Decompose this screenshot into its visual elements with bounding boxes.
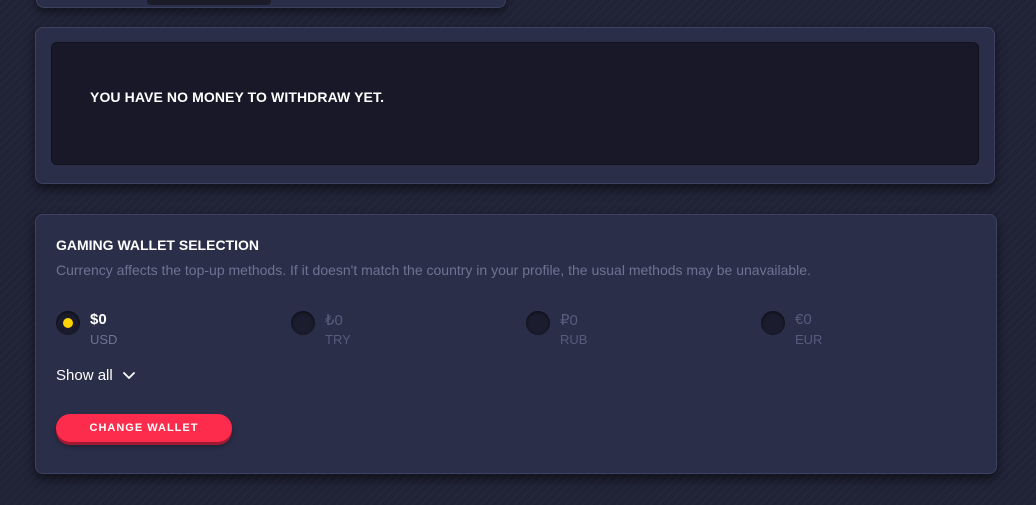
currency-amount: €0 bbox=[795, 311, 812, 328]
currency-amount: ₺0 bbox=[325, 312, 343, 329]
currency-amount: $0 bbox=[90, 311, 107, 328]
wallet-selection-card: GAMING WALLET SELECTION Currency affects… bbox=[35, 214, 997, 474]
withdraw-message: YOU HAVE NO MONEY TO WITHDRAW YET. bbox=[90, 89, 385, 105]
currency-code: USD bbox=[90, 332, 118, 347]
previous-card bbox=[36, 0, 506, 8]
currency-amount: ₽0 bbox=[560, 312, 578, 329]
wallet-title: GAMING WALLET SELECTION bbox=[56, 237, 259, 253]
radio-button[interactable] bbox=[761, 311, 785, 335]
currency-code: TRY bbox=[325, 332, 351, 347]
currency-code: EUR bbox=[795, 332, 823, 347]
radio-button[interactable] bbox=[291, 311, 315, 335]
radio-button[interactable] bbox=[56, 311, 80, 335]
radio-button[interactable] bbox=[526, 311, 550, 335]
currency-code: RUB bbox=[560, 332, 588, 347]
change-wallet-button[interactable]: CHANGE WALLET bbox=[56, 414, 232, 442]
withdraw-panel: YOU HAVE NO MONEY TO WITHDRAW YET. bbox=[51, 42, 979, 165]
chevron-down-icon bbox=[122, 372, 135, 379]
show-all-toggle[interactable]: Show all bbox=[56, 367, 135, 384]
radio-selected-dot bbox=[63, 318, 73, 328]
wallet-description: Currency affects the top-up methods. If … bbox=[56, 262, 811, 278]
previous-card-field bbox=[147, 0, 271, 5]
show-all-label: Show all bbox=[56, 367, 113, 384]
withdraw-card: YOU HAVE NO MONEY TO WITHDRAW YET. bbox=[35, 27, 995, 184]
